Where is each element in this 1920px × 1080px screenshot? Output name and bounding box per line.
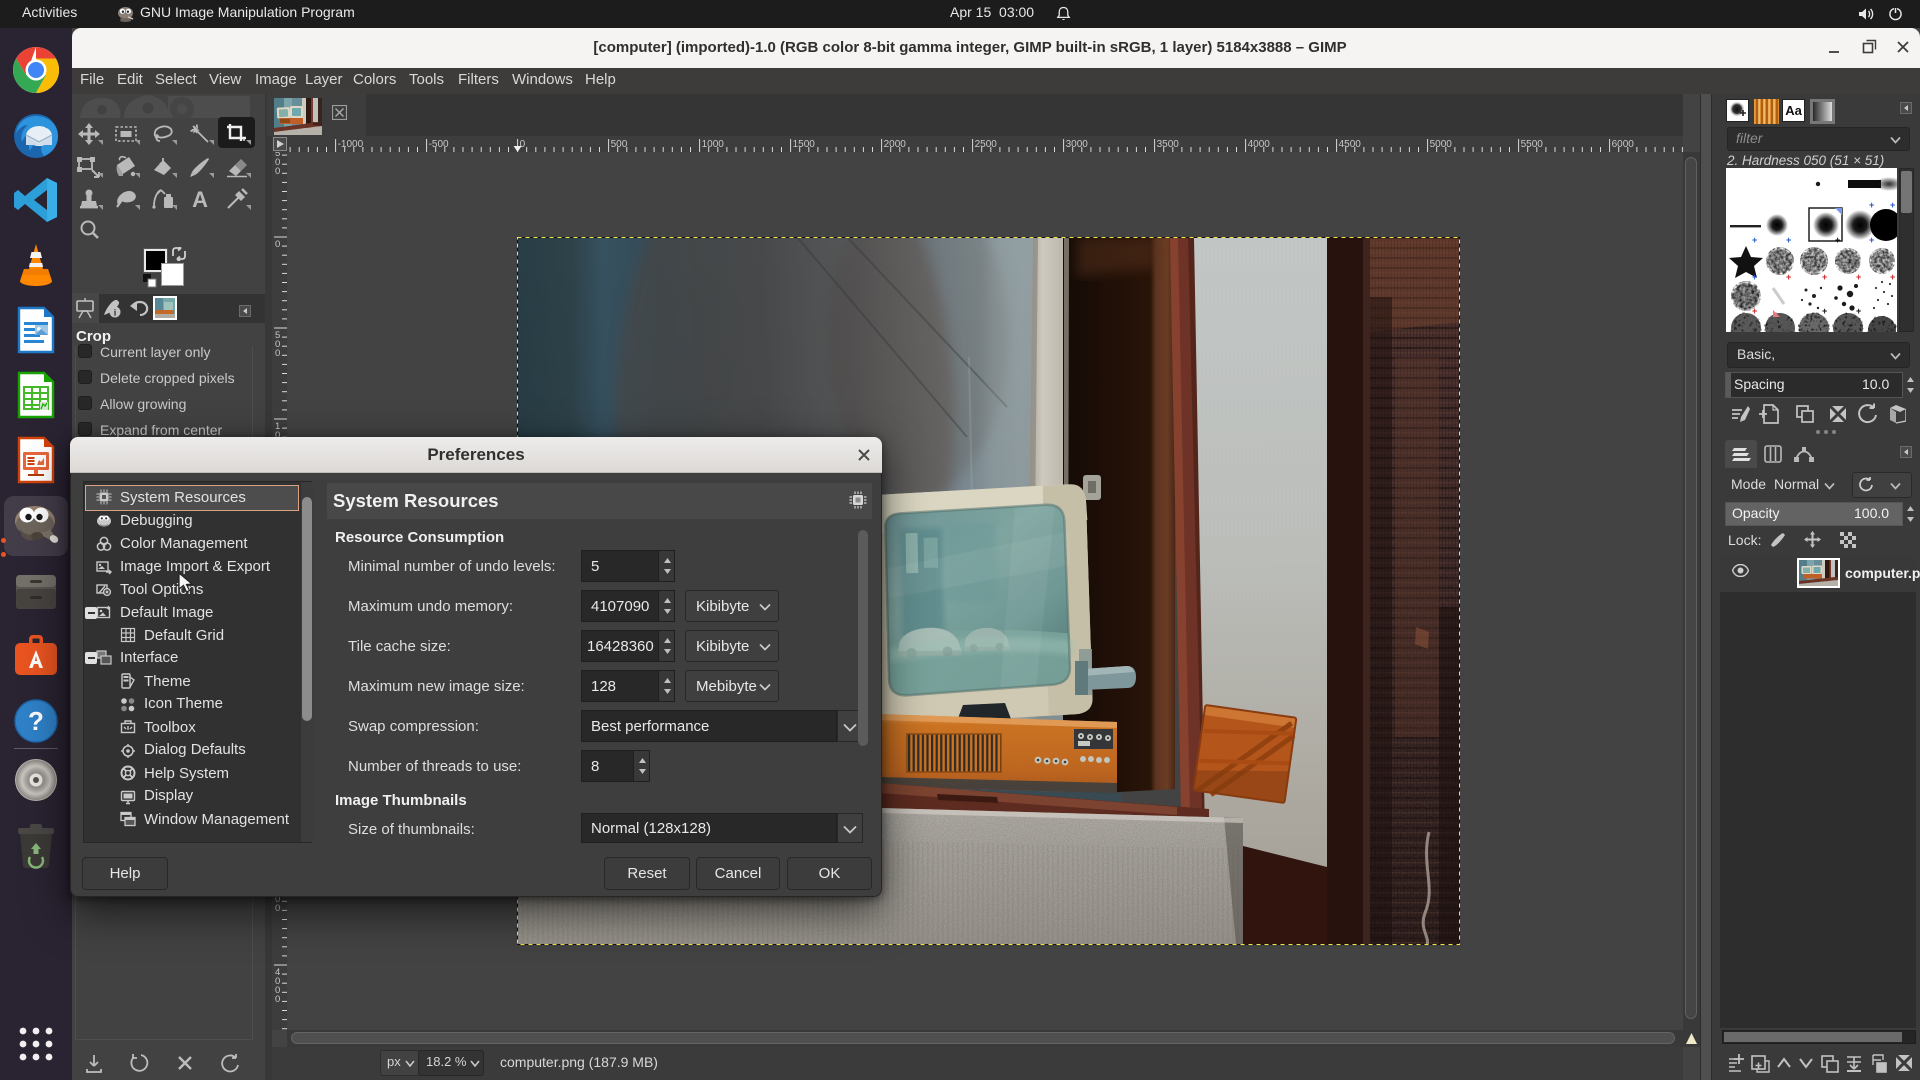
- svg-text:3000: 3000: [1066, 139, 1089, 150]
- svg-text:0: 0: [275, 903, 280, 914]
- svg-text:A: A: [192, 187, 208, 212]
- svg-text:+: +: [1890, 272, 1895, 282]
- svg-text:+: +: [1752, 306, 1757, 316]
- svg-text:0: 0: [275, 994, 280, 1005]
- svg-text:0: 0: [275, 348, 280, 359]
- svg-text:0: 0: [275, 239, 280, 250]
- svg-text:500: 500: [611, 139, 628, 150]
- svg-text:+: +: [1786, 235, 1791, 245]
- svg-text:5000: 5000: [1430, 139, 1453, 150]
- svg-text:1000: 1000: [702, 139, 725, 150]
- svg-text:4000: 4000: [1248, 139, 1271, 150]
- svg-text:?: ?: [28, 706, 44, 736]
- svg-text:2000: 2000: [884, 139, 907, 150]
- svg-text:4500: 4500: [1339, 139, 1362, 150]
- svg-text:+: +: [1869, 200, 1874, 210]
- svg-text:5500: 5500: [1521, 139, 1544, 150]
- svg-text:0: 0: [275, 166, 280, 177]
- svg-text:+: +: [1869, 235, 1874, 245]
- svg-text:-500: -500: [429, 139, 449, 150]
- svg-text:+: +: [1752, 272, 1757, 282]
- svg-text:1500: 1500: [793, 139, 816, 150]
- svg-text:+: +: [1752, 235, 1757, 245]
- svg-text:+: +: [1786, 272, 1791, 282]
- svg-text:+: +: [1822, 272, 1827, 282]
- svg-text:2500: 2500: [975, 139, 998, 150]
- svg-text:+: +: [1822, 306, 1827, 316]
- svg-text:-1000: -1000: [338, 139, 364, 150]
- svg-text:0: 0: [520, 139, 526, 150]
- svg-text:3500: 3500: [1157, 139, 1180, 150]
- svg-text:6000: 6000: [1612, 139, 1635, 150]
- svg-text:+: +: [1856, 272, 1861, 282]
- svg-text:+: +: [1835, 235, 1840, 245]
- svg-text:+: +: [1890, 200, 1895, 210]
- svg-text:+: +: [1856, 306, 1861, 316]
